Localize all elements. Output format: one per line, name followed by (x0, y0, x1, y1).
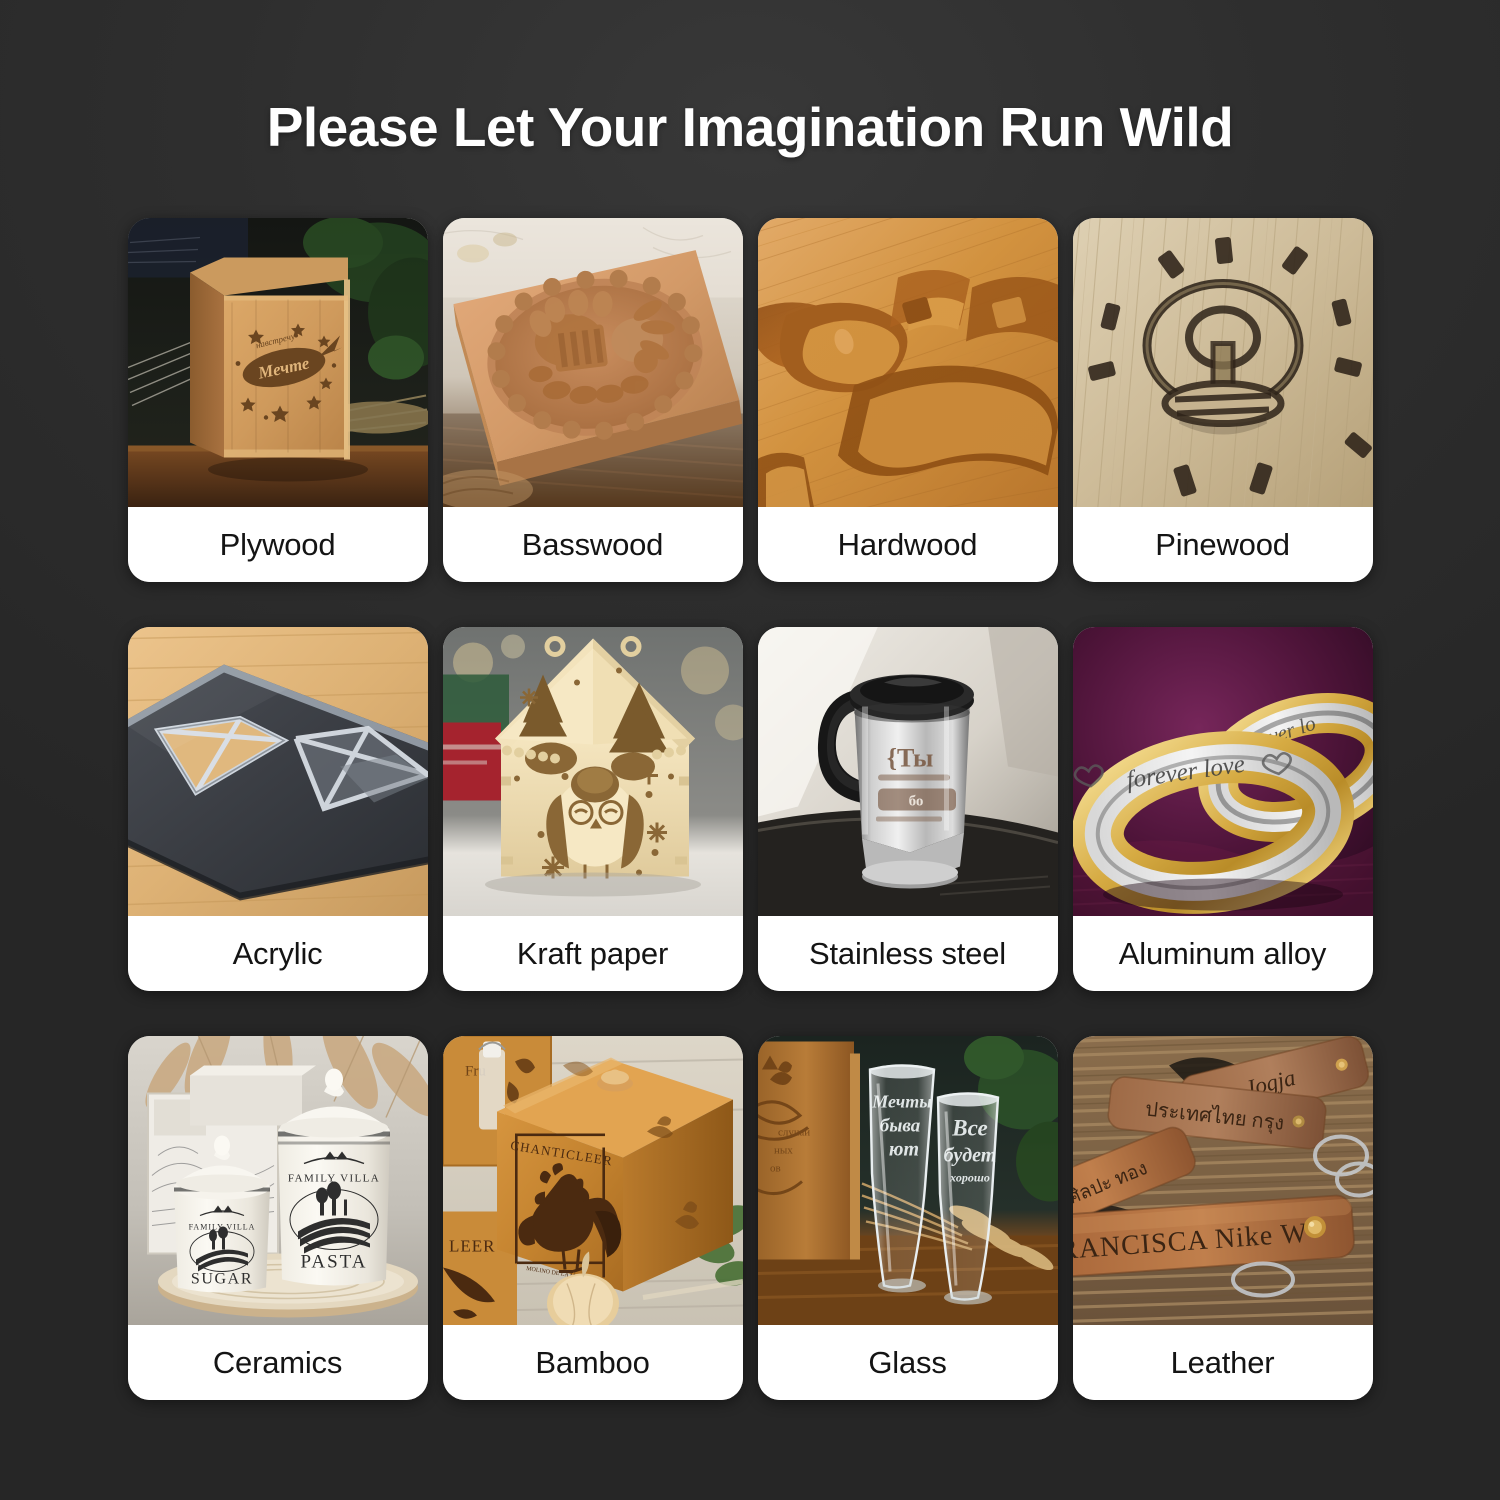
material-card-leather[interactable]: Jogja ประเทศไทย กรุง ศิลปะ ทอง RANCISCA … (1072, 1036, 1373, 1400)
page-title: Please Let Your Imagination Run Wild (266, 96, 1234, 158)
ceramics-thumbnail: FAMILY VILLA PASTA FAMILY VILLA SUGAR (127, 1036, 428, 1325)
material-card-label: Bamboo (442, 1325, 743, 1400)
svg-text:хорошо: хорошо (949, 1171, 990, 1185)
material-card-label: Hardwood (757, 507, 1058, 582)
material-card-ceramics[interactable]: FAMILY VILLA PASTA FAMILY VILLA SUGAR Ce… (127, 1036, 428, 1400)
material-card-kraft-paper[interactable]: Kraft paper (442, 627, 743, 991)
kraft-paper-thumbnail (442, 627, 743, 916)
material-card-plywood[interactable]: Мечте навстречу Plywood (127, 218, 428, 582)
pinewood-thumbnail (1072, 218, 1373, 507)
svg-text:{Ты: {Ты (886, 744, 933, 773)
material-card-aluminum-alloy[interactable]: forever lo forever love Aluminum alloy (1072, 627, 1373, 991)
svg-text:SUGAR: SUGAR (190, 1271, 252, 1288)
svg-text:Все: Все (951, 1116, 987, 1141)
material-card-acrylic[interactable]: Acrylic (127, 627, 428, 991)
material-card-label: Basswood (442, 507, 743, 582)
material-card-label: Acrylic (127, 916, 428, 991)
material-card-label: Aluminum alloy (1072, 916, 1373, 991)
svg-text:быва: быва (879, 1116, 920, 1137)
plywood-thumbnail: Мечте навстречу (127, 218, 428, 507)
acrylic-thumbnail (127, 627, 428, 916)
material-card-bamboo[interactable]: Fru LEER CHANTICLEER MOLINO DE LA MANCHA… (442, 1036, 743, 1400)
materials-grid: Мечте навстречу Plywood Basswood Hardwoo… (127, 218, 1373, 1400)
material-card-pinewood[interactable]: Pinewood (1072, 218, 1373, 582)
material-card-label: Leather (1072, 1325, 1373, 1400)
svg-text:случай: случай (778, 1127, 810, 1139)
material-card-stainless-steel[interactable]: {Ты бо Stainless steel (757, 627, 1058, 991)
bamboo-thumbnail: Fru LEER CHANTICLEER MOLINO DE LA MANCHA (442, 1036, 743, 1325)
aluminum-alloy-thumbnail: forever lo forever love (1072, 627, 1373, 916)
material-card-label: Plywood (127, 507, 428, 582)
svg-text:будет: будет (943, 1145, 996, 1167)
material-card-label: Ceramics (127, 1325, 428, 1400)
svg-text:ов: ов (770, 1163, 781, 1175)
hardwood-thumbnail (757, 218, 1058, 507)
material-card-hardwood[interactable]: Hardwood (757, 218, 1058, 582)
basswood-thumbnail (442, 218, 743, 507)
svg-text:PASTA: PASTA (300, 1252, 367, 1273)
svg-text:ных: ных (774, 1145, 793, 1157)
stainless-steel-thumbnail: {Ты бо (757, 627, 1058, 916)
material-card-glass[interactable]: случай ных ов Мечты быва ют Все будет хо… (757, 1036, 1058, 1400)
material-card-label: Pinewood (1072, 507, 1373, 582)
svg-text:LEER: LEER (449, 1237, 496, 1256)
material-card-label: Kraft paper (442, 916, 743, 991)
material-card-basswood[interactable]: Basswood (442, 218, 743, 582)
material-card-label: Stainless steel (757, 916, 1058, 991)
material-card-label: Glass (757, 1325, 1058, 1400)
leather-thumbnail: Jogja ประเทศไทย กรุง ศิลปะ ทอง RANCISCA … (1072, 1036, 1373, 1325)
svg-text:бо: бо (908, 794, 923, 810)
svg-text:ют: ют (888, 1139, 918, 1161)
glass-thumbnail: случай ных ов Мечты быва ют Все будет хо… (757, 1036, 1058, 1325)
